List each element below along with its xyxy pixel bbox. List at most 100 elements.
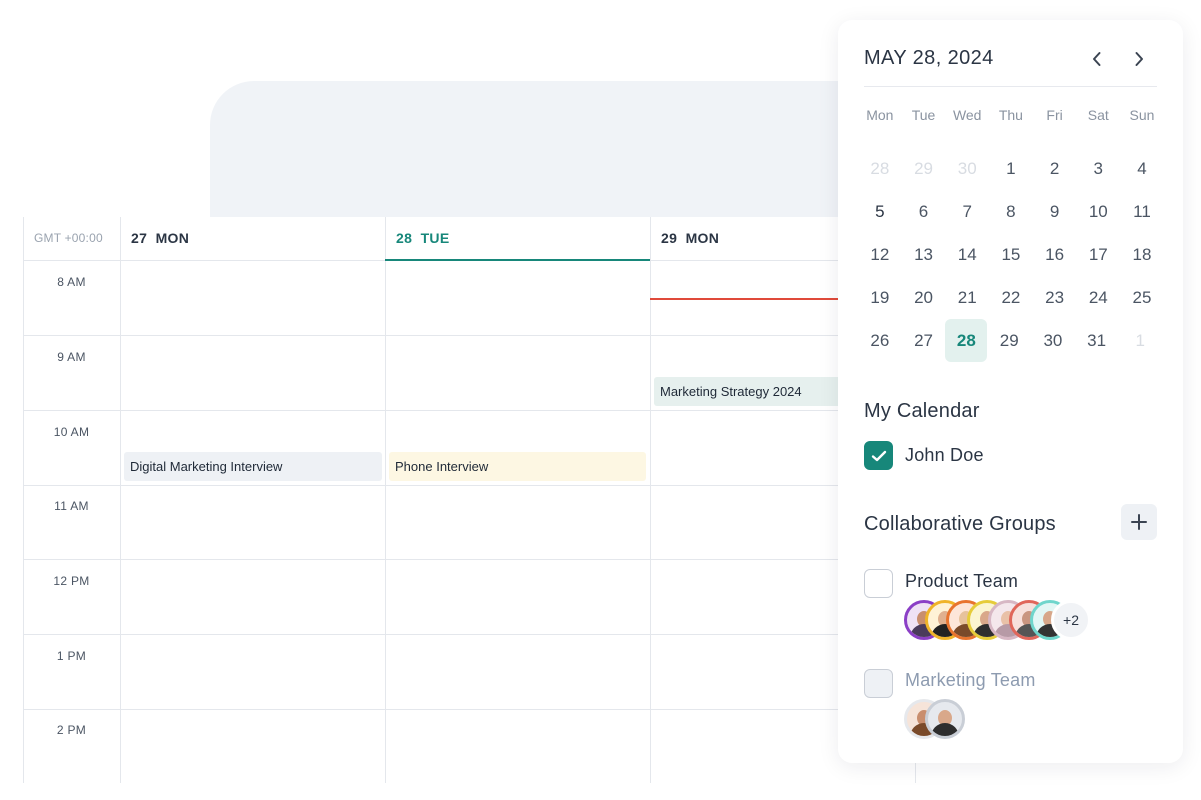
weekday-label: Mon [866,107,894,123]
date-cell[interactable]: 30 [1031,319,1075,362]
time-label-12pm: 12 PM [53,574,90,588]
time-label-1pm: 1 PM [56,649,87,663]
checkmark-icon [871,450,886,461]
next-month-button[interactable] [1125,46,1153,72]
week-row: 12 13 14 15 16 17 18 [858,233,1164,276]
week-row: 26 27 28 29 30 31 1 [858,319,1164,362]
date-cell[interactable]: 27 [902,319,946,362]
date-cell[interactable]: 15 [989,233,1033,276]
mini-calendar-title: MAY 28, 2024 [864,47,994,69]
group-name-marketing-team: Marketing Team [905,670,1036,690]
day-header-27[interactable]: 27 MON [131,230,189,246]
date-cell[interactable]: 10 [1076,190,1120,233]
grid-line [23,335,916,336]
weekday-label: Wed [952,107,982,123]
date-cell[interactable]: 17 [1076,233,1120,276]
date-cell[interactable]: 3 [1076,147,1120,190]
weekday-header: Mon Tue Wed Thu Fri Sat Sun [858,107,1164,123]
time-label-2pm: 2 PM [56,723,87,737]
time-label-8am: 8 AM [57,275,86,289]
date-cell[interactable]: 13 [902,233,946,276]
day-header-28-active[interactable]: 28 TUE [396,230,449,246]
week-row: 19 20 21 22 23 24 25 [858,276,1164,319]
weekday-label: Sun [1129,107,1155,123]
date-cell[interactable]: 21 [945,276,989,319]
mini-calendar-grid: 28 29 30 1 2 3 4 5 6 7 8 9 10 11 12 13 1… [858,147,1164,362]
date-cell[interactable]: 18 [1120,233,1164,276]
date-cell[interactable]: 2 [1033,147,1077,190]
grid-line [385,217,386,783]
date-cell[interactable]: 19 [858,276,902,319]
weekday-label: Fri [1046,107,1063,123]
chevron-left-icon [1093,52,1101,66]
event-digital-marketing-interview[interactable]: Digital Marketing Interview [124,452,382,481]
date-cell[interactable]: 29 [987,319,1031,362]
date-cell[interactable]: 1 [989,147,1033,190]
time-label-10am: 10 AM [53,425,90,439]
event-marketing-strategy[interactable]: Marketing Strategy 2024 [654,377,854,406]
date-cell[interactable]: 23 [1033,276,1077,319]
date-cell[interactable]: 22 [989,276,1033,319]
side-panel: MAY 28, 2024 Mon Tue Wed Thu Fri Sat Sun… [838,20,1183,763]
product-team-avatars: +2 [904,600,1091,640]
date-cell[interactable]: 20 [902,276,946,319]
day-header-29[interactable]: 29 MON [661,230,719,246]
group-name-product-team: Product Team [905,571,1019,591]
day-name: MON [155,230,190,246]
date-cell[interactable]: 5 [858,190,902,233]
grid-line [23,709,916,710]
week-row: 28 29 30 1 2 3 4 [858,147,1164,190]
more-members-badge[interactable]: +2 [1051,600,1091,640]
grid-line [650,217,651,783]
day-number: 27 [131,230,148,246]
date-cell[interactable]: 7 [945,190,989,233]
date-cell[interactable]: 4 [1120,147,1164,190]
my-calendar-heading: My Calendar [864,400,980,422]
date-cell-selected[interactable]: 28 [945,319,988,362]
plus-icon [1131,514,1147,530]
marketing-team-avatars [904,699,965,739]
date-cell[interactable]: 1 [1118,319,1162,362]
collaborative-groups-heading: Collaborative Groups [864,513,1056,535]
avatar[interactable] [925,699,965,739]
date-cell[interactable]: 6 [902,190,946,233]
divider [864,86,1157,87]
date-cell[interactable]: 12 [858,233,902,276]
date-cell[interactable]: 9 [1033,190,1077,233]
weekday-label: Thu [998,107,1023,123]
grid-line [23,485,916,486]
prev-month-button[interactable] [1083,46,1111,72]
grid-line [120,217,121,783]
date-cell[interactable]: 28 [858,147,902,190]
john-doe-checkbox[interactable] [864,441,893,470]
chevron-right-icon [1135,52,1143,66]
day-number: 29 [661,230,678,246]
week-calendar: GMT +00:00 27 MON 28 TUE 29 MON 8 AM 9 A… [23,217,916,783]
date-cell[interactable]: 30 [945,147,989,190]
date-cell[interactable]: 11 [1120,190,1164,233]
date-cell[interactable]: 24 [1076,276,1120,319]
date-cell[interactable]: 14 [945,233,989,276]
grid-line [23,634,916,635]
product-team-checkbox[interactable] [864,569,893,598]
calendar-owner-name: John Doe [905,445,984,465]
add-group-button[interactable] [1121,504,1157,540]
date-cell[interactable]: 26 [858,319,902,362]
timezone-label: GMT +00:00 [34,231,103,245]
event-phone-interview[interactable]: Phone Interview [389,452,646,481]
day-number: 28 [396,230,413,246]
date-cell[interactable]: 8 [989,190,1033,233]
time-label-11am: 11 AM [54,499,89,513]
weekday-label: Sat [1087,107,1109,123]
date-cell[interactable]: 29 [902,147,946,190]
grid-line [23,559,916,560]
date-cell[interactable]: 16 [1033,233,1077,276]
current-time-indicator [650,298,850,300]
day-name: TUE [420,230,450,246]
grid-line [23,410,916,411]
date-cell[interactable]: 25 [1120,276,1164,319]
weekday-label: Tue [911,107,936,123]
marketing-team-checkbox[interactable] [864,669,893,698]
date-cell[interactable]: 31 [1075,319,1119,362]
active-day-indicator [385,259,650,261]
